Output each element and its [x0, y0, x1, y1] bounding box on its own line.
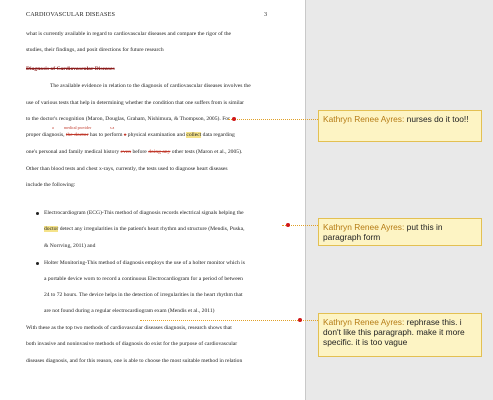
comment-author: Kathryn Renee Ayres: — [323, 317, 405, 327]
body-line: diseases diagnosis, and for this reason,… — [26, 358, 243, 364]
tracked-insertion: medical provider — [64, 125, 92, 130]
bullet-icon — [36, 212, 39, 215]
tracked-deletion: doing any — [148, 149, 171, 155]
body-line: proper diagnosis, the doctor has to perf… — [26, 132, 235, 138]
tracked-insertion: a — [52, 125, 54, 130]
comment-balloon[interactable]: Kathryn Renee Ayres: rephrase this. i do… — [318, 313, 482, 357]
comment-author: Kathryn Renee Ayres: — [323, 114, 405, 124]
text-run: proper diagnosis, — [26, 132, 66, 138]
body-line: The available evidence in relation to th… — [50, 83, 251, 89]
page-number: 3 — [264, 11, 268, 18]
text-run: data regarding — [201, 132, 235, 138]
body-line: studies, their findings, and posit direc… — [26, 47, 164, 53]
text-run: physical examination and — [126, 132, 187, 138]
body-line: include the following: — [26, 182, 76, 188]
body-line: Electrocardiogram (ECG)-This method of d… — [44, 210, 244, 216]
text-run: has to perform — [88, 132, 124, 138]
running-header: CARDIOVASCULAR DISEASES — [26, 11, 115, 18]
body-line: & Norrving, 2011) and — [44, 243, 96, 249]
body-line: one's personal and family medical histor… — [26, 149, 242, 155]
tracked-deletion: even — [120, 149, 132, 155]
tracked-insertion: s a — [110, 125, 115, 130]
body-line: what is currently available in regard to… — [26, 31, 232, 37]
body-line: both invasive and noninvasive methods of… — [26, 341, 238, 347]
body-line: to the doctor's recognition (Maron, Doug… — [26, 116, 230, 122]
body-line: With these as the top two methods of car… — [26, 325, 232, 331]
document-page: CARDIOVASCULAR DISEASES 3 what is curren… — [0, 0, 306, 400]
highlighted-text[interactable]: doctor — [44, 226, 59, 232]
body-line: doctor detect any irregularities in the … — [44, 226, 244, 232]
body-line: 24 to 72 hours. The device helps in the … — [44, 292, 243, 298]
body-line: a portable device worn to record a conti… — [44, 276, 243, 282]
bullet-icon — [36, 262, 39, 265]
body-line: are not found during a regular electroca… — [44, 308, 215, 314]
comment-marker-icon[interactable] — [286, 223, 290, 227]
body-line: Holter Monitoring-This method of diagnos… — [44, 260, 245, 266]
body-line: Other than blood tests and chest x-rays,… — [26, 166, 228, 172]
body-line: use of various tests that help in determ… — [26, 100, 245, 106]
text-run: before — [131, 149, 149, 155]
text-run: detect any irregularities in the patient… — [58, 226, 245, 232]
comment-anchor-line — [228, 119, 318, 120]
comment-marker-icon[interactable] — [232, 117, 236, 121]
highlighted-text[interactable]: collect — [186, 132, 202, 138]
comment-author: Kathryn Renee Ayres: — [323, 222, 405, 232]
tracked-deletion: the doctor — [65, 132, 89, 138]
comment-anchor-line — [140, 320, 318, 321]
comment-marker-icon[interactable] — [298, 318, 302, 322]
section-heading: Diagnosis of Cardiovascular Diseases — [26, 66, 115, 72]
comment-balloon[interactable]: Kathryn Renee Ayres: nurses do it too!! — [318, 110, 482, 142]
comment-balloon[interactable]: Kathryn Renee Ayres: put this in paragra… — [318, 218, 482, 246]
text-run: one's personal and family medical histor… — [26, 149, 121, 155]
comment-text: nurses do it too!! — [404, 114, 469, 124]
text-run: other tests (Maron et al., 2005). — [170, 149, 243, 155]
